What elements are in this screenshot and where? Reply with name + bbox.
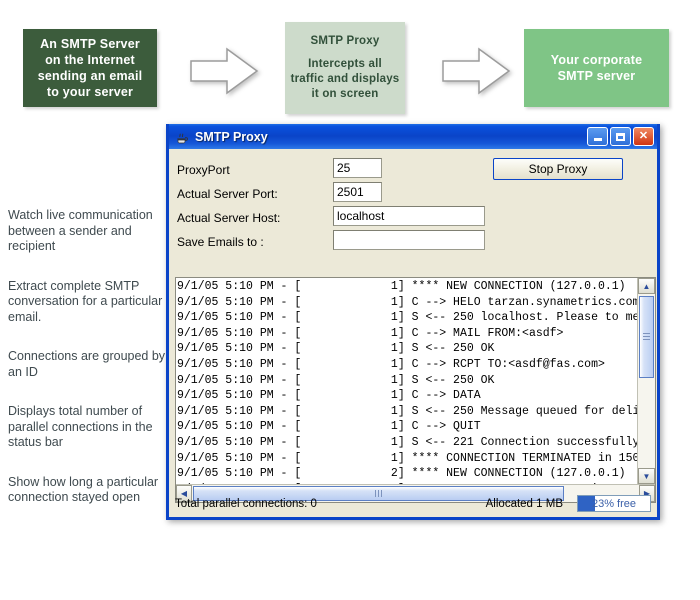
log-line: 9/1/05 5:10 PM - [ 1] C --> HELO tarzan.…: [177, 295, 637, 309]
log-line: 9/1/05 5:10 PM - [ 2] **** NEW CONNECTIO…: [177, 467, 626, 481]
right-arrow-icon: [189, 45, 259, 97]
right-arrow-icon: [441, 45, 511, 97]
status-bar: Total parallel connections: 0 Allocated …: [175, 494, 651, 513]
log-line: 9/1/05 5:10 PM - [ 1] S <-- 250 Message …: [177, 404, 637, 418]
annotation-item: Show how long a particular connection st…: [8, 474, 159, 505]
scroll-down-icon[interactable]: ▼: [638, 468, 655, 484]
diagram-box-corporate-server-label: Your corporate SMTP server: [550, 53, 643, 83]
vertical-scroll-track[interactable]: [638, 294, 655, 468]
diagram-box-smtp-proxy: SMTP Proxy Intercepts all traffic and di…: [285, 22, 405, 114]
scroll-up-icon[interactable]: ▲: [638, 278, 655, 294]
overview-diagram: An SMTP Server on the Internet sending a…: [0, 0, 700, 122]
annotation-item: Displays total number of parallel connec…: [8, 404, 153, 449]
log-vertical-scrollbar[interactable]: ▲ ▼: [637, 278, 655, 484]
log-body: 9/1/05 5:10 PM - [ 1] **** NEW CONNECTIO…: [176, 278, 655, 484]
diagram-box-internet-server-label: An SMTP Server on the Internet sending a…: [37, 37, 143, 99]
memory-usage-bar[interactable]: 23% free: [577, 495, 651, 512]
diagram-box-internet-server: An SMTP Server on the Internet sending a…: [23, 29, 157, 107]
maximize-icon[interactable]: [610, 127, 631, 146]
diagram-box-smtp-proxy-title: SMTP Proxy: [310, 35, 380, 47]
log-line: 9/1/05 5:10 PM - [ 1] S <-- 250 localhos…: [177, 311, 637, 325]
actual-server-port-label: Actual Server Port:: [177, 186, 278, 201]
annotation-item: Watch live communication between a sende…: [8, 208, 153, 253]
actual-server-port-input[interactable]: [333, 182, 382, 202]
proxy-settings-form: ProxyPort Actual Server Port: Actual Ser…: [175, 155, 651, 251]
stop-proxy-button[interactable]: Stop Proxy: [493, 158, 623, 180]
minimize-icon[interactable]: [587, 127, 608, 146]
window-controls: ✕: [587, 127, 654, 146]
save-emails-to-input[interactable]: [333, 230, 485, 250]
diagram-box-corporate-server: Your corporate SMTP server: [524, 29, 669, 107]
log-line: 9/1/05 5:10 PM - [ 1] C --> QUIT: [177, 420, 481, 434]
log-line: 9/1/05 5:10 PM - [ 1] C --> DATA: [177, 389, 481, 403]
window-client-area: ProxyPort Actual Server Port: Actual Ser…: [169, 149, 657, 517]
log-panel: 9/1/05 5:10 PM - [ 1] **** NEW CONNECTIO…: [175, 277, 656, 503]
annotation-item: Connections are grouped by an ID: [8, 349, 166, 379]
log-line: 9/1/05 5:10 PM - [ 1] S <-- 250 OK: [177, 373, 495, 387]
memory-free-label: 23% free: [591, 497, 637, 510]
log-line: 9/1/05 5:10 PM - [ 1] **** NEW CONNECTIO…: [177, 280, 626, 293]
log-line: 9/1/05 5:10 PM - [ 1] S <-- 250 OK: [177, 342, 495, 356]
log-line: 9/1/05 5:10 PM - [ 1] **** CONNECTION TE…: [177, 451, 637, 465]
close-icon[interactable]: ✕: [633, 127, 654, 146]
window-titlebar[interactable]: SMTP Proxy ✕: [169, 124, 657, 149]
log-text-area[interactable]: 9/1/05 5:10 PM - [ 1] **** NEW CONNECTIO…: [176, 278, 637, 484]
annotation-item: Extract complete SMTP conversation for a…: [8, 278, 163, 324]
log-line: 9/1/05 5:10 PM - [ 1] S <-- 221 Connecti…: [177, 435, 637, 449]
total-connections-status: Total parallel connections: 0: [175, 497, 317, 510]
scroll-grip-icon: [643, 333, 650, 341]
java-coffee-cup-icon: [174, 129, 190, 145]
actual-server-host-input[interactable]: [333, 206, 485, 226]
actual-server-host-label: Actual Server Host:: [177, 210, 281, 225]
diagram-box-smtp-proxy-body: Intercepts all traffic and displays it o…: [290, 58, 400, 100]
allocated-memory-status: Allocated 1 MB: [485, 497, 563, 510]
vertical-scroll-thumb[interactable]: [639, 296, 654, 378]
annotation-list: Watch live communication between a sende…: [8, 208, 168, 506]
log-line: 9/1/05 5:10 PM - [ 1] C --> RCPT TO:<asd…: [177, 357, 605, 371]
save-emails-to-label: Save Emails to :: [177, 234, 264, 249]
log-line: 9/1/05 5:10 PM - [ 1] C --> MAIL FROM:<a…: [177, 326, 564, 340]
smtp-proxy-window: SMTP Proxy ✕ ProxyPort Actual Server Por…: [166, 124, 660, 520]
proxy-port-input[interactable]: [333, 158, 382, 178]
proxy-port-label: ProxyPort: [177, 162, 230, 177]
window-title: SMTP Proxy: [195, 129, 268, 144]
